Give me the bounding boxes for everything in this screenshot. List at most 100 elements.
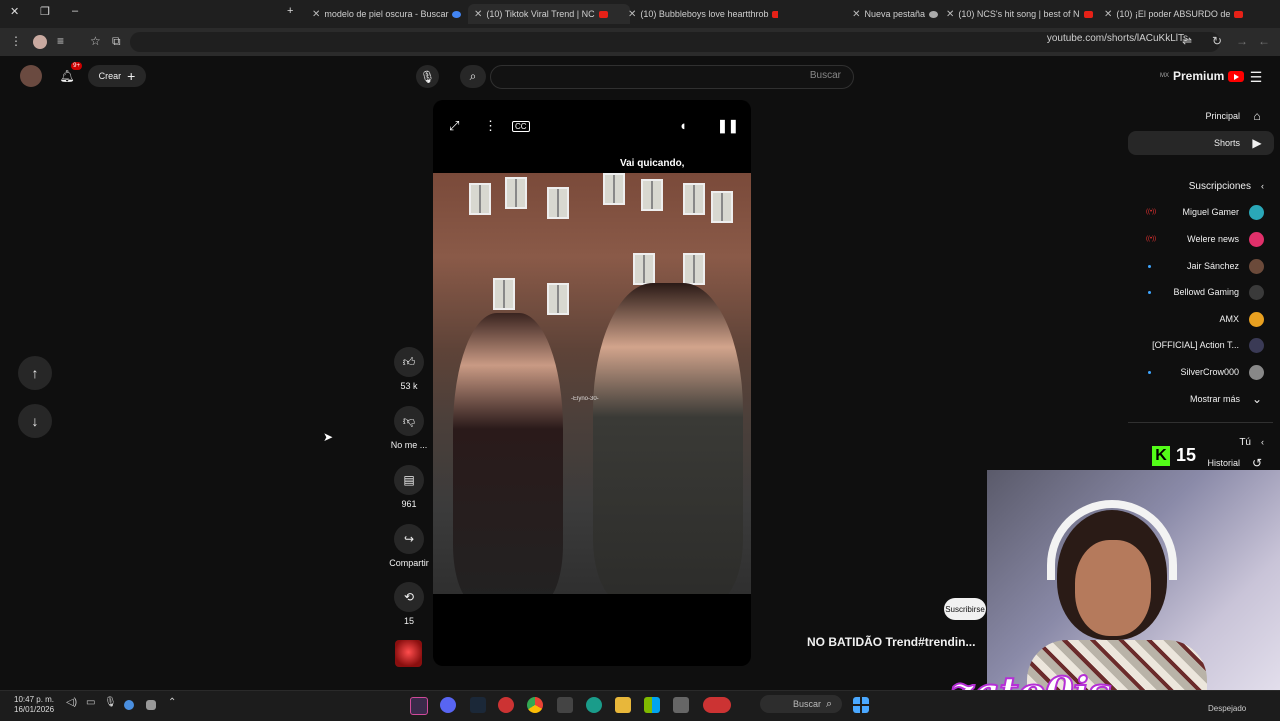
remix-icon[interactable]: ⟲ [394, 582, 424, 612]
sidebar-item-home[interactable]: Principal ⌂ [1128, 104, 1274, 128]
sidebar-item-subscription[interactable]: ((•)) Miguel Gamer [1128, 200, 1274, 224]
taskbar-app-steam-icon[interactable] [470, 697, 486, 713]
pause-icon[interactable]: ❚❚ [717, 118, 739, 134]
show-hidden-icons-chevron-icon[interactable]: ⌃ [168, 697, 184, 713]
sidebar-you-header[interactable]: Tú ‹ [1128, 430, 1274, 454]
tray-app-icon[interactable] [146, 700, 156, 710]
taskbar-widget-icon[interactable] [703, 697, 731, 713]
next-short-button[interactable]: ↓ [18, 404, 52, 438]
close-window-icon[interactable]: ✕ [10, 5, 19, 18]
more-options-icon[interactable]: ⋮ [484, 118, 497, 134]
speaker-icon[interactable]: ◁) [66, 697, 82, 713]
weather-label[interactable]: Despejado [1208, 704, 1246, 713]
fullscreen-icon[interactable]: ⤢ [449, 118, 459, 134]
profile-avatar[interactable] [33, 35, 47, 49]
share-action[interactable]: ↪ Compartir [387, 524, 431, 568]
browser-tab-active[interactable]: ✕ (10) Tiktok Viral Trend | NC [468, 4, 630, 24]
shorts-video-frame[interactable] [433, 173, 751, 594]
taskbar-app-icon[interactable] [498, 697, 514, 713]
taskbar-app-obs-icon[interactable] [410, 697, 428, 715]
taskbar-clock[interactable]: 10:47 p. m. 16/01/2026 [14, 695, 54, 715]
youtube-premium-logo[interactable]: MX Premium [1160, 69, 1245, 83]
create-label: Crear [98, 71, 122, 81]
sidebar-item-history[interactable]: Historial ↺ [1128, 456, 1274, 470]
sidebar-subscriptions-header[interactable]: Suscripciones ‹ [1128, 174, 1274, 198]
like-thumb-up-icon[interactable]: 👍︎ [394, 347, 424, 377]
sidebar-item-shorts[interactable]: Shorts ▶ [1128, 131, 1274, 155]
search-button-icon[interactable]: ⌕ [460, 65, 486, 88]
remix-action[interactable]: ⟲ 15 [387, 582, 431, 626]
network-icon[interactable]: ▭ [86, 697, 102, 713]
building-window [547, 283, 569, 315]
dislike-thumb-down-icon[interactable]: 👎︎ [394, 406, 424, 436]
show-more-label: Mostrar más [1189, 394, 1240, 404]
taskbar-chrome-icon[interactable] [527, 697, 543, 713]
previous-short-button[interactable]: ↑ [18, 356, 52, 390]
account-avatar[interactable] [20, 65, 42, 87]
bookmark-star-icon[interactable]: ☆ [90, 34, 101, 48]
back-icon[interactable]: ← [1258, 34, 1270, 48]
comment-icon[interactable]: ▤ [394, 465, 424, 495]
browser-tab[interactable]: ✕ Nueva pestaña [788, 4, 938, 24]
captions-icon[interactable]: CC [512, 121, 530, 132]
install-app-icon[interactable]: ⧉ [112, 34, 121, 49]
dislike-action[interactable]: 👎︎ No me ... [387, 406, 431, 450]
hamburger-menu-icon[interactable]: ☰ [1245, 66, 1267, 88]
volume-icon[interactable]: ◖ [679, 118, 687, 133]
restore-window-icon[interactable]: ❐ [40, 5, 50, 18]
taskbar-store-icon[interactable] [557, 697, 573, 713]
sidebar-item-subscription[interactable]: ((•)) Welere news [1128, 227, 1274, 251]
browser-tab[interactable]: ✕ modelo de piel oscura - Buscar [312, 4, 462, 24]
chevron-down-icon: ⌄ [1251, 392, 1263, 406]
subscribe-button[interactable]: Suscribirse [944, 598, 986, 620]
sidebar-item-subscription[interactable]: Bellowd Gaming [1128, 280, 1274, 304]
browser-tab[interactable]: ✕ (10) NCS's hit song | best of N [946, 4, 1096, 24]
browser-menu-icon[interactable]: ⋮ [10, 34, 22, 48]
sidebar-item-subscription[interactable]: AMX [1128, 307, 1274, 331]
windows-start-icon[interactable] [853, 697, 869, 713]
comments-action[interactable]: ▤ 961 [387, 465, 431, 509]
tab-search-icon[interactable]: ≡ [57, 34, 64, 48]
browser-tab[interactable]: ✕ (10) ¡El poder ABSURDO de [1104, 4, 1254, 24]
taskbar-file-explorer-icon[interactable] [615, 697, 631, 713]
channel-name: Miguel Gamer [1182, 207, 1239, 217]
close-tab-icon[interactable]: ✕ [628, 9, 636, 20]
taskbar-app-icon[interactable] [644, 697, 660, 713]
reload-icon[interactable]: ↻ [1212, 34, 1222, 48]
tab-title: (10) ¡El poder ABSURDO de [1116, 9, 1231, 19]
dislike-label: No me ... [390, 440, 428, 450]
new-tab-icon[interactable]: + [287, 5, 293, 17]
close-tab-icon[interactable]: ✕ [312, 9, 320, 20]
address-url[interactable]: youtube.com/shorts/lACuKkLlTs [1047, 33, 1188, 44]
short-channel-avatar[interactable] [395, 640, 422, 667]
browser-tab[interactable]: ✕ (10) Bubbleboys love heartthrob [628, 4, 778, 24]
minimize-window-icon[interactable]: – [72, 5, 78, 17]
live-indicator-icon: ((•)) [1146, 236, 1157, 242]
taskbar-edge-icon[interactable] [586, 697, 602, 713]
video-caption-text: Vai quicando, [620, 158, 685, 169]
browser-tab-strip: ✕ ❐ – + ✕ modelo de piel oscura - Buscar… [0, 0, 1280, 28]
shorts-player[interactable] [433, 100, 751, 666]
sidebar-item-subscription[interactable]: [OFFICIAL] Action T... [1128, 333, 1274, 357]
search-input[interactable]: Buscar [490, 65, 854, 89]
close-tab-icon[interactable]: ✕ [1104, 9, 1112, 20]
create-button[interactable]: Crear + [88, 65, 146, 87]
short-title[interactable]: NO BATIDÃO Trend#trendin... [807, 635, 975, 649]
close-tab-icon[interactable]: ✕ [852, 9, 860, 20]
sidebar-item-subscription[interactable]: Jair Sánchez [1128, 254, 1274, 278]
forward-icon[interactable]: → [1236, 34, 1248, 48]
close-tab-icon[interactable]: ✕ [474, 9, 482, 20]
sidebar-show-more[interactable]: Mostrar más ⌄ [1128, 387, 1274, 411]
sidebar-item-subscription[interactable]: SilverCrow000 [1128, 360, 1274, 384]
channel-avatar [1249, 284, 1264, 300]
close-tab-icon[interactable]: ✕ [946, 9, 954, 20]
microphone-icon[interactable]: 🎙︎ [104, 697, 120, 713]
voice-search-mic-icon[interactable]: 🎙︎ [416, 65, 439, 88]
taskbar-task-view-icon[interactable] [673, 697, 689, 713]
notifications-bell-icon[interactable]: 🔔︎ 9+ [56, 62, 82, 87]
share-arrow-icon[interactable]: ↪ [394, 524, 424, 554]
taskbar-app-discord-icon[interactable] [440, 697, 456, 713]
tray-app-icon[interactable] [124, 700, 134, 710]
like-action[interactable]: 👍︎ 53 k [387, 347, 431, 391]
building-window [469, 183, 491, 215]
